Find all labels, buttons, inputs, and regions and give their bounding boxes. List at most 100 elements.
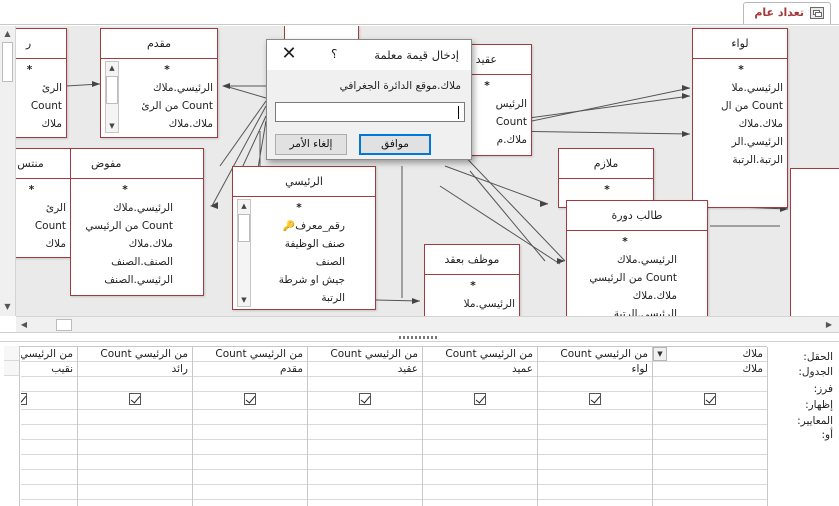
field-all[interactable]: *	[121, 61, 213, 79]
empty-cell[interactable]	[21, 455, 77, 470]
scroll-thumb[interactable]	[2, 42, 13, 82]
empty-cell[interactable]	[538, 485, 652, 500]
scroll-thumb[interactable]	[56, 319, 72, 331]
show-cell[interactable]	[21, 392, 77, 410]
empty-cell[interactable]	[423, 455, 537, 470]
field[interactable]: Count من ال	[699, 97, 783, 115]
field[interactable]: الرئيسي.ملا	[431, 295, 515, 313]
dialog-title-bar[interactable]: إدخال قيمة معلمة ؟ ✕	[267, 40, 471, 70]
field-cell[interactable]: من الرئيسي Count	[193, 347, 307, 362]
or-cell[interactable]	[538, 425, 652, 440]
empty-cell[interactable]	[308, 485, 422, 500]
table-cell[interactable]: نقيب	[21, 362, 77, 377]
empty-cell[interactable]	[193, 470, 307, 485]
empty-cell[interactable]	[538, 470, 652, 485]
empty-cell[interactable]	[21, 440, 77, 455]
criteria-cell[interactable]	[308, 410, 422, 425]
show-cell[interactable]	[423, 392, 537, 410]
field-all[interactable]: *	[431, 277, 515, 295]
empty-cell[interactable]	[538, 440, 652, 455]
scroll-down-icon[interactable]: ▼	[106, 120, 118, 132]
field-cell[interactable]: من الرئيسي	[21, 347, 77, 362]
show-checkbox[interactable]	[589, 393, 601, 405]
pane-splitter[interactable]	[0, 332, 839, 342]
field[interactable]: الرئيسي.الصنف	[77, 271, 173, 289]
show-checkbox[interactable]	[244, 393, 256, 405]
criteria-cell[interactable]	[538, 410, 652, 425]
empty-cell[interactable]	[653, 440, 767, 455]
grid-column-6[interactable]: من الرئيسي Count رائد	[78, 347, 193, 506]
show-checkbox[interactable]	[359, 393, 371, 405]
sort-cell[interactable]	[78, 377, 192, 392]
grid-column-1[interactable]: ملاك ▼ ملاك	[653, 347, 768, 506]
show-checkbox[interactable]	[21, 393, 27, 405]
criteria-cell[interactable]	[78, 410, 192, 425]
empty-cell[interactable]	[21, 470, 77, 485]
field-cell[interactable]: من الرئيسي Count	[538, 347, 652, 362]
cancel-button[interactable]: إلغاء الأمر	[275, 134, 347, 155]
empty-cell[interactable]	[423, 470, 537, 485]
empty-cell[interactable]	[193, 485, 307, 500]
show-cell[interactable]	[538, 392, 652, 410]
scroll-down-icon[interactable]: ▼	[0, 301, 15, 313]
grid-column-3[interactable]: من الرئيسي Count عميد	[423, 347, 538, 506]
help-icon[interactable]: ؟	[331, 47, 337, 61]
row-selector[interactable]	[4, 361, 19, 376]
sort-cell[interactable]	[21, 377, 77, 392]
field-cell[interactable]: من الرئيسي Count	[423, 347, 537, 362]
scroll-up-icon[interactable]: ▲	[106, 62, 118, 74]
field[interactable]: ملاك.ملاك	[77, 235, 173, 253]
field[interactable]: الصنف.الصنف	[77, 253, 173, 271]
scroll-right-icon[interactable]: ▶	[823, 318, 835, 331]
field-all[interactable]: *	[699, 61, 783, 79]
scroll-thumb[interactable]	[106, 76, 118, 104]
table-cell[interactable]: ملاك	[653, 362, 767, 377]
field-cell[interactable]: ملاك ▼	[653, 347, 767, 362]
field[interactable]: الرتبة.الرتبة	[699, 151, 783, 169]
empty-cell[interactable]	[78, 470, 192, 485]
field[interactable]: Count من الرئيسي	[573, 269, 677, 287]
empty-cell[interactable]	[308, 470, 422, 485]
table-raisi[interactable]: الرئيسي ▲ ▼ * رقم_معرف🔑 صنف الوظيفة الصن…	[232, 166, 376, 310]
or-cell[interactable]	[21, 425, 77, 440]
empty-cell[interactable]	[308, 440, 422, 455]
field[interactable]: ملاك.ملاك	[699, 115, 783, 133]
table-cell[interactable]: مقدم	[193, 362, 307, 377]
empty-cell[interactable]	[78, 455, 192, 470]
field[interactable]: الصنف	[253, 253, 345, 271]
field[interactable]: الرئيسي.ملاك	[573, 251, 677, 269]
field[interactable]: Count من الرئ	[121, 97, 213, 115]
or-cell[interactable]	[78, 425, 192, 440]
field[interactable]: ملاك.ملاك	[573, 287, 677, 305]
sort-cell[interactable]	[653, 377, 767, 392]
field[interactable]: الرئيسي.الرتبة	[573, 305, 677, 316]
sort-cell[interactable]	[193, 377, 307, 392]
field[interactable]: صنف الوظيفة	[253, 235, 345, 253]
table-cell[interactable]: عميد	[423, 362, 537, 377]
canvas-horizontal-scrollbar[interactable]: ◀ ▶	[16, 316, 839, 332]
field-all[interactable]: *	[253, 199, 345, 217]
close-icon[interactable]: ✕	[279, 44, 299, 64]
or-cell[interactable]	[653, 425, 767, 440]
table-muqaddam[interactable]: مقدم ▲ ▼ * الرئيسي.ملاك Count من الرئ مل…	[100, 28, 218, 138]
empty-cell[interactable]	[193, 440, 307, 455]
criteria-cell[interactable]	[21, 410, 77, 425]
field[interactable]: Count من الرئيسي	[77, 217, 173, 235]
table-mufawwad[interactable]: مفوض * الرئيسي.ملاك Count من الرئيسي ملا…	[70, 148, 204, 296]
sort-cell[interactable]	[538, 377, 652, 392]
grid-row-selectors[interactable]	[4, 346, 20, 506]
table-field-scrollbar[interactable]: ▲ ▼	[237, 199, 251, 307]
criteria-cell[interactable]	[193, 410, 307, 425]
or-cell[interactable]	[423, 425, 537, 440]
criteria-cell[interactable]	[653, 410, 767, 425]
show-cell[interactable]	[653, 392, 767, 410]
field[interactable]: الرئيسي.الر	[699, 133, 783, 151]
grid-column-5[interactable]: من الرئيسي Count مقدم	[193, 347, 308, 506]
parameter-value-input[interactable]	[275, 102, 465, 122]
show-cell[interactable]	[308, 392, 422, 410]
chevron-down-icon[interactable]: ▼	[653, 347, 667, 361]
field[interactable]: الرتبة	[253, 289, 345, 307]
scroll-up-icon[interactable]: ▲	[0, 28, 15, 40]
scroll-left-icon[interactable]: ◀	[18, 318, 30, 331]
scroll-down-icon[interactable]: ▼	[238, 294, 250, 306]
